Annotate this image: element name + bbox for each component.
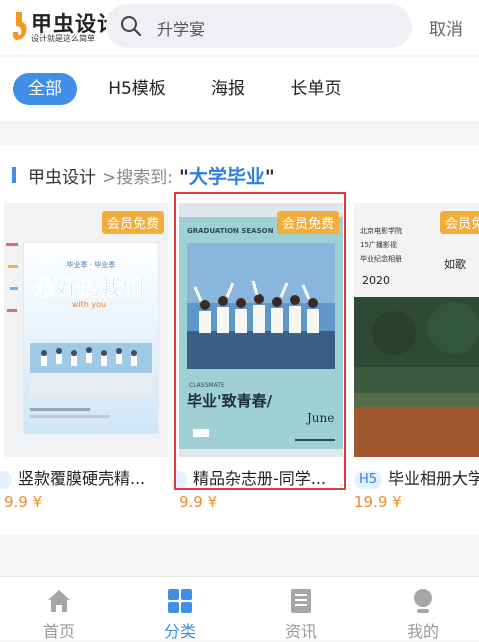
nav-category[interactable]: 分类 <box>140 577 220 641</box>
cover-subtitle: with you <box>72 300 106 309</box>
cover-side-text: 如歌 <box>444 257 466 271</box>
breadcrumb-site[interactable]: 甲虫设计 <box>28 163 96 188</box>
nav-home[interactable]: 首页 <box>19 577 99 641</box>
card-title[interactable]: 竖款覆膜硬壳精... <box>0 465 168 489</box>
cover-year: 2020 <box>362 274 390 287</box>
grid-icon <box>168 589 192 613</box>
search-icon <box>121 16 142 37</box>
h5-tag: H5 <box>354 470 383 489</box>
album-cover-image: 毕业季 · 毕业季 最好的我们 with you <box>4 203 168 457</box>
cover-line: 北京电影学院 <box>360 226 402 235</box>
nav-news[interactable]: 资讯 <box>261 577 341 641</box>
bottom-nav: 首页 分类 资讯 我的 <box>0 576 479 641</box>
card-price: 19.9 ¥ <box>354 493 402 511</box>
vip-free-badge: 会员免费 <box>440 211 479 234</box>
search-input[interactable]: 升学宴 <box>106 4 412 48</box>
nav-label: 我的 <box>406 622 439 641</box>
nav-profile[interactable]: 我的 <box>383 577 463 641</box>
search-results: 甲虫设计 >搜索到: "大学毕业" 毕业季 · 毕业季 最好的我们 with y… <box>0 145 479 535</box>
search-query[interactable]: 升学宴 <box>157 16 205 40</box>
tab-long-page[interactable]: 长单页 <box>280 73 352 105</box>
template-thumbnail[interactable]: 北京电影学院 15广播影视 毕业纪念相册 2020 如歌 会员免费 <box>354 203 479 457</box>
beetle-logo-icon <box>12 12 27 40</box>
profile-icon <box>414 589 432 613</box>
app-logo[interactable]: 甲虫设计 设计就是这么简单 <box>10 8 113 48</box>
tab-all[interactable]: 全部 <box>13 73 77 105</box>
logo-subtitle: 设计就是这么简单 <box>31 34 95 43</box>
cover-top-text: 毕业季 · 毕业季 <box>67 260 116 269</box>
selection-highlight <box>174 192 346 490</box>
section-marker <box>12 167 16 183</box>
card-price: 9.9 ¥ <box>4 493 43 511</box>
nav-label: 分类 <box>163 622 196 641</box>
vip-free-badge: 会员免费 <box>101 211 164 234</box>
category-tabs: 全部 H5模板 海报 长单页 <box>0 57 479 121</box>
card-title[interactable]: H5 毕业相册大学 <box>354 465 479 489</box>
cover-line: 毕业纪念相册 <box>360 254 402 263</box>
nav-label: 首页 <box>42 622 75 641</box>
cover-line: 15广播影视 <box>360 240 397 249</box>
breadcrumb-separator: >搜索到: <box>102 167 173 188</box>
news-icon <box>291 589 311 613</box>
photo-album-cover-image: 北京电影学院 15广播影视 毕业纪念相册 2020 如歌 <box>354 203 479 457</box>
nav-label: 资讯 <box>284 622 317 641</box>
template-thumbnail[interactable]: 毕业季 · 毕业季 最好的我们 with you 会员免费 <box>4 203 168 457</box>
top-bar: 甲虫设计 设计就是这么简单 升学宴 取消 <box>0 0 479 55</box>
breadcrumb-query: "大学毕业" <box>178 165 275 188</box>
cover-title: 最好的我们 <box>34 275 144 301</box>
breadcrumb: 甲虫设计 >搜索到: "大学毕业" <box>12 163 275 188</box>
tab-poster[interactable]: 海报 <box>198 73 258 105</box>
card-price: 9.9 ¥ <box>179 493 218 511</box>
tab-h5-template[interactable]: H5模板 <box>96 73 178 105</box>
template-type-tag <box>0 470 12 489</box>
cancel-button[interactable]: 取消 <box>429 15 463 40</box>
home-icon <box>48 590 70 612</box>
